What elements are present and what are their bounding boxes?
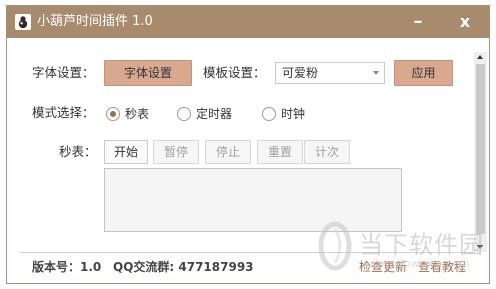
apply-button[interactable]: 应用 (394, 60, 453, 86)
radio-stopwatch[interactable] (106, 107, 120, 121)
window-title: 小葫芦时间插件 1.0 (37, 14, 153, 29)
start-button[interactable]: 开始 (104, 140, 148, 164)
stop-button[interactable]: 停止 (205, 140, 251, 164)
chevron-down-icon (373, 71, 379, 75)
title-bar[interactable]: 小葫芦时间插件 1.0 – x (7, 6, 489, 38)
lap-button[interactable]: 计次 (304, 140, 350, 164)
minimize-button[interactable]: – (395, 6, 441, 38)
mode-select-label: 模式选择： (32, 105, 95, 120)
watermark-text: 当下软件园 (359, 231, 484, 259)
watermark-url: www.downxia.com (367, 257, 470, 270)
reset-button[interactable]: 重置 (257, 140, 303, 164)
watermark-logo-icon (318, 221, 352, 271)
radio-timer-label[interactable]: 定时器 (196, 105, 232, 123)
stopwatch-label: 秒表： (59, 144, 97, 159)
template-settings-label: 模板设置： (203, 65, 266, 80)
qq-group-label: QQ交流群: 477187993 (113, 260, 254, 274)
template-select[interactable]: 可爱粉 (275, 62, 385, 84)
scrollbar-thumb[interactable] (476, 64, 485, 234)
close-button[interactable]: x (441, 6, 489, 38)
app-window: 小葫芦时间插件 1.0 – x 字体设置： 字体设置 模板设置： 可爱粉 应用 … (6, 5, 490, 284)
pause-button[interactable]: 暂停 (153, 140, 199, 164)
template-select-value: 可爱粉 (282, 66, 319, 80)
scroll-up-icon[interactable] (477, 55, 483, 59)
font-settings-label: 字体设置： (32, 65, 95, 80)
version-label: 版本号：1.0 (32, 260, 102, 274)
radio-timer[interactable] (177, 107, 191, 121)
radio-stopwatch-label[interactable]: 秒表 (125, 105, 149, 123)
radio-clock-label[interactable]: 时钟 (281, 105, 305, 123)
watermark: 当下软件园 www.downxia.com (307, 219, 487, 279)
radio-clock[interactable] (262, 107, 276, 121)
font-settings-button[interactable]: 字体设置 (104, 60, 192, 86)
gourd-app-icon (15, 14, 31, 30)
